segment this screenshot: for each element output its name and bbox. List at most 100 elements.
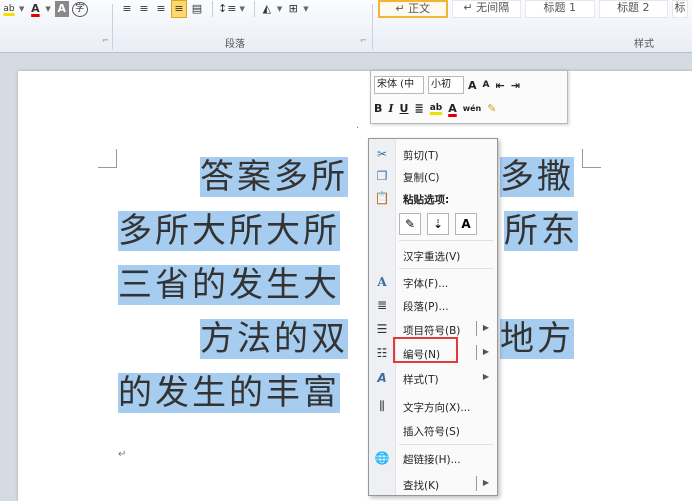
menu-item-insert-symbol[interactable]: 插入符号(S) xyxy=(369,419,497,441)
paste-keep-formatting-button[interactable]: ✎ xyxy=(399,213,421,235)
chevron-down-icon[interactable]: ▼ xyxy=(303,5,308,13)
font-icon: A xyxy=(377,275,387,289)
align-right-icon[interactable]: ≡ xyxy=(154,1,168,17)
paragraph-mark-icon: ↵ xyxy=(118,449,127,460)
style-heading-3[interactable]: 标 xyxy=(672,0,688,18)
decrease-indent-icon[interactable]: ⇤ xyxy=(495,79,504,92)
paste-merge-formatting-button[interactable]: ⇣ xyxy=(427,213,449,235)
menu-item-reconvert[interactable]: 汉字重选(V) xyxy=(369,244,497,266)
text-line-3[interactable]: 三省的发生大 xyxy=(118,265,340,305)
text-line-1-end[interactable]: 多撒 xyxy=(500,157,574,197)
align-left-icon[interactable]: ≡ xyxy=(120,1,134,17)
split-divider xyxy=(476,476,477,491)
menu-item-cut[interactable]: ✂ 剪切(T) xyxy=(369,143,497,165)
menu-item-find[interactable]: 查找(K) ▶ xyxy=(369,473,497,495)
highlight-annotation xyxy=(393,337,458,363)
chevron-right-icon[interactable]: ▶ xyxy=(483,372,489,381)
bullet-list-icon: ☰ xyxy=(376,322,388,336)
style-heading-1[interactable]: 标题 1 xyxy=(525,0,595,18)
shading-icon[interactable]: ◭ xyxy=(260,1,274,17)
text-line-2[interactable]: 多所大所大所 xyxy=(118,211,340,251)
dialog-launcher-icon[interactable]: ⌐ xyxy=(102,36,109,45)
style-heading-2[interactable]: 标题 2 xyxy=(598,0,669,18)
paragraph-group-row: ≡ ≡ ≡ ≡ ▤ ↕≡ ▼ ◭ ▼ ⊞ ▼ xyxy=(120,0,313,18)
menu-item-text-direction[interactable]: ⫼ 文字方向(X)... xyxy=(369,395,497,417)
styles-icon: A xyxy=(377,371,387,385)
context-menu: ✂ 剪切(T) ❐ 复制(C) 📋 粘贴选项: ✎ ⇣ A 汉字重选(V) A … xyxy=(368,138,498,496)
chevron-right-icon[interactable]: ▶ xyxy=(483,347,489,356)
distributed-icon[interactable]: ▤ xyxy=(190,1,204,17)
menu-item-paragraph[interactable]: ≣ 段落(P)... xyxy=(369,294,497,316)
style-normal[interactable]: ↵ 正文 xyxy=(378,0,448,18)
menu-item-paste-options: 📋 粘贴选项: xyxy=(374,191,450,206)
styles-group-label: 样式 xyxy=(634,39,654,50)
menu-item-hyperlink[interactable]: 🌐 超链接(H)... xyxy=(369,447,497,469)
phonetic-guide-button[interactable]: wén xyxy=(463,104,482,113)
bold-button[interactable]: B xyxy=(374,102,382,115)
grow-font-button[interactable]: A xyxy=(468,79,477,92)
menu-item-font[interactable]: A 字体(F)... xyxy=(369,271,497,293)
dialog-launcher-icon[interactable]: ⌐ xyxy=(360,36,367,45)
clipboard-icon: 📋 xyxy=(374,191,390,205)
divider xyxy=(253,1,255,17)
text-highlight-button[interactable]: ab xyxy=(2,1,16,17)
increase-indent-icon[interactable]: ⇥ xyxy=(511,79,520,92)
text-line-4-end[interactable]: 地方 xyxy=(500,319,574,359)
divider xyxy=(212,1,213,17)
chevron-right-icon[interactable]: ▶ xyxy=(483,478,489,487)
divider xyxy=(372,4,373,50)
divider xyxy=(112,4,113,50)
menu-item-copy[interactable]: ❐ 复制(C) xyxy=(369,165,497,187)
text-line-1[interactable]: 答案多所 xyxy=(200,157,348,197)
watermark-url: zhinan.sogou.com xyxy=(522,453,630,464)
italic-button[interactable]: I xyxy=(388,102,393,115)
text-direction-icon: ⫼ xyxy=(379,399,385,413)
watermark-brand: S 搜狗指南 xyxy=(516,410,642,442)
margin-corner-mark xyxy=(582,149,601,168)
chevron-down-icon[interactable]: ▼ xyxy=(19,5,24,13)
mini-toolbar: 宋体 (中文 小初 A A ⇤ ⇥ B I U ≣ ab A wén ✎ xyxy=(370,70,568,124)
format-painter-icon[interactable]: ✎ xyxy=(487,102,496,115)
text-line-2-end[interactable]: 所东 xyxy=(504,211,578,251)
numbered-list-icon: ☷ xyxy=(376,346,388,360)
mini-size-select[interactable]: 小初 xyxy=(428,76,464,94)
split-divider xyxy=(476,321,477,336)
sogou-logo-icon: S xyxy=(516,416,542,442)
chevron-right-icon[interactable]: ▶ xyxy=(483,323,489,332)
menu-separator xyxy=(399,444,493,445)
chevron-down-icon[interactable]: ▼ xyxy=(239,5,244,13)
highlight-button[interactable]: ab xyxy=(430,103,443,113)
style-no-spacing[interactable]: ↵ 无间隔 xyxy=(451,0,522,18)
font-color-button[interactable]: A xyxy=(28,1,42,17)
center-icon[interactable]: ≣ xyxy=(414,102,423,115)
paragraph-icon: ≣ xyxy=(376,298,388,312)
char-shading-button[interactable]: A xyxy=(54,1,69,17)
globe-link-icon: 🌐 xyxy=(374,451,390,465)
font-color-button[interactable]: A xyxy=(448,102,457,115)
text-line-5[interactable]: 的发生的丰富 xyxy=(118,373,340,413)
copy-icon: ❐ xyxy=(376,169,388,183)
border-icon[interactable]: ⊞ xyxy=(286,1,300,17)
ribbon: ab ▼ A ▼ A 字 ≡ ≡ ≡ ≡ ▤ ↕≡ ▼ ◭ ▼ ⊞ ▼ ⌐ 段落… xyxy=(0,0,692,53)
paragraph-group-label: 段落 xyxy=(225,39,245,50)
text-line-4[interactable]: 方法的双 xyxy=(200,319,348,359)
align-center-icon[interactable]: ≡ xyxy=(137,1,151,17)
margin-corner-mark xyxy=(98,149,117,168)
line-spacing-icon[interactable]: ↕≡ xyxy=(218,1,236,17)
enclose-char-button[interactable]: 字 xyxy=(71,1,88,17)
styles-gallery: ↵ 正文 ↵ 无间隔 标题 1 标题 2 标 xyxy=(378,0,692,20)
chevron-down-icon[interactable]: ▼ xyxy=(277,5,282,13)
justify-icon[interactable]: ≡ xyxy=(171,0,187,18)
underline-button[interactable]: U xyxy=(400,102,409,115)
menu-separator xyxy=(399,240,493,241)
menu-separator xyxy=(399,268,493,269)
chevron-down-icon[interactable]: ▼ xyxy=(45,5,50,13)
mini-font-select[interactable]: 宋体 (中文 xyxy=(374,76,424,94)
menu-item-styles[interactable]: A 样式(T) ▶ xyxy=(369,367,497,389)
format-mark: · xyxy=(356,123,360,134)
shrink-font-button[interactable]: A xyxy=(483,80,490,90)
font-group-row: ab ▼ A ▼ A 字 xyxy=(2,0,91,18)
paste-text-only-button[interactable]: A xyxy=(455,213,477,235)
scissors-icon: ✂ xyxy=(376,147,388,161)
split-divider xyxy=(476,345,477,360)
